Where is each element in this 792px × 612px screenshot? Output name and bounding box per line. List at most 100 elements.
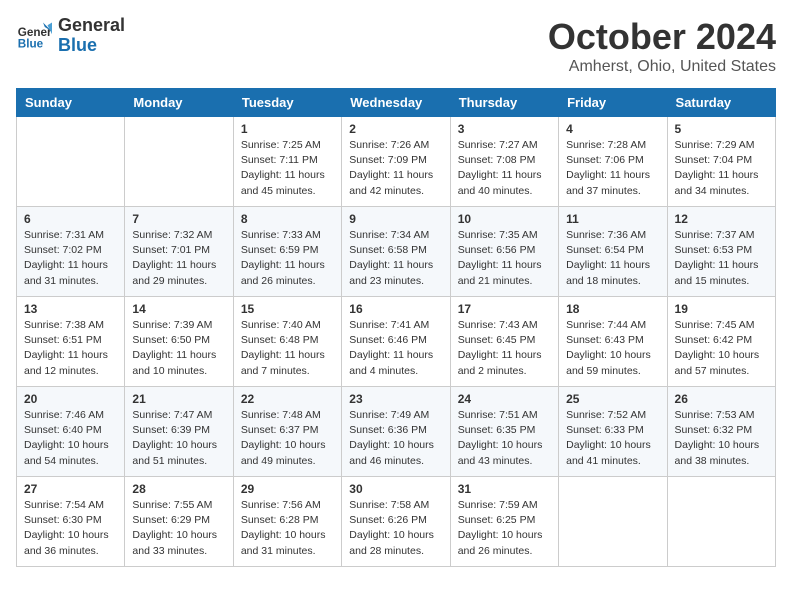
calendar-cell: 20 Sunrise: 7:46 AM Sunset: 6:40 PM Dayli… bbox=[17, 387, 125, 477]
calendar-cell: 25 Sunrise: 7:52 AM Sunset: 6:33 PM Dayli… bbox=[559, 387, 667, 477]
header-friday: Friday bbox=[559, 89, 667, 117]
day-number: 3 bbox=[458, 122, 551, 136]
day-number: 2 bbox=[349, 122, 442, 136]
day-info: Sunrise: 7:43 AM Sunset: 6:45 PM Dayligh… bbox=[458, 318, 551, 379]
calendar-cell bbox=[17, 117, 125, 207]
day-info: Sunrise: 7:26 AM Sunset: 7:09 PM Dayligh… bbox=[349, 138, 442, 199]
calendar-cell: 9 Sunrise: 7:34 AM Sunset: 6:58 PM Daylig… bbox=[342, 207, 450, 297]
day-number: 26 bbox=[675, 392, 768, 406]
calendar-header: SundayMondayTuesdayWednesdayThursdayFrid… bbox=[17, 89, 776, 117]
week-row-1: 1 Sunrise: 7:25 AM Sunset: 7:11 PM Daylig… bbox=[17, 117, 776, 207]
logo-blue-text: Blue bbox=[58, 36, 125, 56]
calendar-cell: 10Sunrise: 7:35 AM Sunset: 6:56 PM Dayli… bbox=[450, 207, 558, 297]
location-subtitle: Amherst, Ohio, United States bbox=[548, 58, 776, 76]
calendar-cell: 11Sunrise: 7:36 AM Sunset: 6:54 PM Dayli… bbox=[559, 207, 667, 297]
day-info: Sunrise: 7:45 AM Sunset: 6:42 PM Dayligh… bbox=[675, 318, 768, 379]
calendar-cell: 16Sunrise: 7:41 AM Sunset: 6:46 PM Dayli… bbox=[342, 297, 450, 387]
day-info: Sunrise: 7:58 AM Sunset: 6:26 PM Dayligh… bbox=[349, 498, 442, 559]
header-thursday: Thursday bbox=[450, 89, 558, 117]
day-number: 5 bbox=[675, 122, 768, 136]
calendar-cell: 3 Sunrise: 7:27 AM Sunset: 7:08 PM Daylig… bbox=[450, 117, 558, 207]
day-info: Sunrise: 7:47 AM Sunset: 6:39 PM Dayligh… bbox=[132, 408, 225, 469]
calendar-cell: 22Sunrise: 7:48 AM Sunset: 6:37 PM Dayli… bbox=[233, 387, 341, 477]
day-number: 24 bbox=[458, 392, 551, 406]
calendar-cell: 17 Sunrise: 7:43 AM Sunset: 6:45 PM Dayli… bbox=[450, 297, 558, 387]
calendar-cell: 21 Sunrise: 7:47 AM Sunset: 6:39 PM Dayli… bbox=[125, 387, 233, 477]
day-number: 6 bbox=[24, 212, 117, 226]
day-number: 19 bbox=[675, 302, 768, 316]
day-info: Sunrise: 7:46 AM Sunset: 6:40 PM Dayligh… bbox=[24, 408, 117, 469]
day-number: 9 bbox=[349, 212, 442, 226]
calendar-cell: 30Sunrise: 7:58 AM Sunset: 6:26 PM Dayli… bbox=[342, 477, 450, 567]
week-row-3: 13 Sunrise: 7:38 AM Sunset: 6:51 PM Dayli… bbox=[17, 297, 776, 387]
day-info: Sunrise: 7:27 AM Sunset: 7:08 PM Dayligh… bbox=[458, 138, 551, 199]
header-row: SundayMondayTuesdayWednesdayThursdayFrid… bbox=[17, 89, 776, 117]
calendar-cell: 26Sunrise: 7:53 AM Sunset: 6:32 PM Dayli… bbox=[667, 387, 775, 477]
day-info: Sunrise: 7:31 AM Sunset: 7:02 PM Dayligh… bbox=[24, 228, 117, 289]
day-info: Sunrise: 7:54 AM Sunset: 6:30 PM Dayligh… bbox=[24, 498, 117, 559]
calendar-cell: 14Sunrise: 7:39 AM Sunset: 6:50 PM Dayli… bbox=[125, 297, 233, 387]
header-wednesday: Wednesday bbox=[342, 89, 450, 117]
svg-text:Blue: Blue bbox=[18, 37, 44, 50]
day-info: Sunrise: 7:34 AM Sunset: 6:58 PM Dayligh… bbox=[349, 228, 442, 289]
day-number: 17 bbox=[458, 302, 551, 316]
logo: General Blue General Blue bbox=[16, 16, 125, 56]
day-number: 1 bbox=[241, 122, 334, 136]
calendar-cell: 18 Sunrise: 7:44 AM Sunset: 6:43 PM Dayli… bbox=[559, 297, 667, 387]
day-info: Sunrise: 7:28 AM Sunset: 7:06 PM Dayligh… bbox=[566, 138, 659, 199]
day-info: Sunrise: 7:38 AM Sunset: 6:51 PM Dayligh… bbox=[24, 318, 117, 379]
page-header: General Blue General Blue October 2024 A… bbox=[16, 16, 776, 76]
day-info: Sunrise: 7:29 AM Sunset: 7:04 PM Dayligh… bbox=[675, 138, 768, 199]
day-info: Sunrise: 7:55 AM Sunset: 6:29 PM Dayligh… bbox=[132, 498, 225, 559]
day-number: 15 bbox=[241, 302, 334, 316]
calendar-cell: 8 Sunrise: 7:33 AM Sunset: 6:59 PM Daylig… bbox=[233, 207, 341, 297]
day-number: 8 bbox=[241, 212, 334, 226]
calendar-cell: 19 Sunrise: 7:45 AM Sunset: 6:42 PM Dayli… bbox=[667, 297, 775, 387]
day-info: Sunrise: 7:39 AM Sunset: 6:50 PM Dayligh… bbox=[132, 318, 225, 379]
calendar-table: SundayMondayTuesdayWednesdayThursdayFrid… bbox=[16, 88, 776, 567]
day-info: Sunrise: 7:36 AM Sunset: 6:54 PM Dayligh… bbox=[566, 228, 659, 289]
day-info: Sunrise: 7:33 AM Sunset: 6:59 PM Dayligh… bbox=[241, 228, 334, 289]
day-number: 29 bbox=[241, 482, 334, 496]
calendar-cell: 24Sunrise: 7:51 AM Sunset: 6:35 PM Dayli… bbox=[450, 387, 558, 477]
calendar-cell bbox=[559, 477, 667, 567]
calendar-cell: 2 Sunrise: 7:26 AM Sunset: 7:09 PM Daylig… bbox=[342, 117, 450, 207]
day-number: 22 bbox=[241, 392, 334, 406]
calendar-cell bbox=[667, 477, 775, 567]
day-number: 18 bbox=[566, 302, 659, 316]
month-title: October 2024 bbox=[548, 16, 776, 58]
calendar-cell: 4 Sunrise: 7:28 AM Sunset: 7:06 PM Daylig… bbox=[559, 117, 667, 207]
day-number: 23 bbox=[349, 392, 442, 406]
calendar-cell: 27 Sunrise: 7:54 AM Sunset: 6:30 PM Dayli… bbox=[17, 477, 125, 567]
week-row-2: 6 Sunrise: 7:31 AM Sunset: 7:02 PM Daylig… bbox=[17, 207, 776, 297]
calendar-cell: 1 Sunrise: 7:25 AM Sunset: 7:11 PM Daylig… bbox=[233, 117, 341, 207]
day-number: 12 bbox=[675, 212, 768, 226]
day-info: Sunrise: 7:49 AM Sunset: 6:36 PM Dayligh… bbox=[349, 408, 442, 469]
day-number: 20 bbox=[24, 392, 117, 406]
day-info: Sunrise: 7:37 AM Sunset: 6:53 PM Dayligh… bbox=[675, 228, 768, 289]
day-info: Sunrise: 7:25 AM Sunset: 7:11 PM Dayligh… bbox=[241, 138, 334, 199]
calendar-body: 1 Sunrise: 7:25 AM Sunset: 7:11 PM Daylig… bbox=[17, 117, 776, 567]
day-info: Sunrise: 7:41 AM Sunset: 6:46 PM Dayligh… bbox=[349, 318, 442, 379]
title-block: October 2024 Amherst, Ohio, United State… bbox=[548, 16, 776, 76]
day-number: 28 bbox=[132, 482, 225, 496]
day-number: 10 bbox=[458, 212, 551, 226]
day-info: Sunrise: 7:44 AM Sunset: 6:43 PM Dayligh… bbox=[566, 318, 659, 379]
day-number: 7 bbox=[132, 212, 225, 226]
calendar-cell: 15Sunrise: 7:40 AM Sunset: 6:48 PM Dayli… bbox=[233, 297, 341, 387]
day-number: 31 bbox=[458, 482, 551, 496]
day-number: 4 bbox=[566, 122, 659, 136]
day-number: 27 bbox=[24, 482, 117, 496]
day-number: 25 bbox=[566, 392, 659, 406]
header-sunday: Sunday bbox=[17, 89, 125, 117]
day-info: Sunrise: 7:52 AM Sunset: 6:33 PM Dayligh… bbox=[566, 408, 659, 469]
logo-general-text: General bbox=[58, 16, 125, 36]
day-info: Sunrise: 7:32 AM Sunset: 7:01 PM Dayligh… bbox=[132, 228, 225, 289]
day-number: 13 bbox=[24, 302, 117, 316]
calendar-cell: 5 Sunrise: 7:29 AM Sunset: 7:04 PM Daylig… bbox=[667, 117, 775, 207]
calendar-cell: 12 Sunrise: 7:37 AM Sunset: 6:53 PM Dayli… bbox=[667, 207, 775, 297]
day-number: 21 bbox=[132, 392, 225, 406]
header-monday: Monday bbox=[125, 89, 233, 117]
day-info: Sunrise: 7:56 AM Sunset: 6:28 PM Dayligh… bbox=[241, 498, 334, 559]
header-tuesday: Tuesday bbox=[233, 89, 341, 117]
